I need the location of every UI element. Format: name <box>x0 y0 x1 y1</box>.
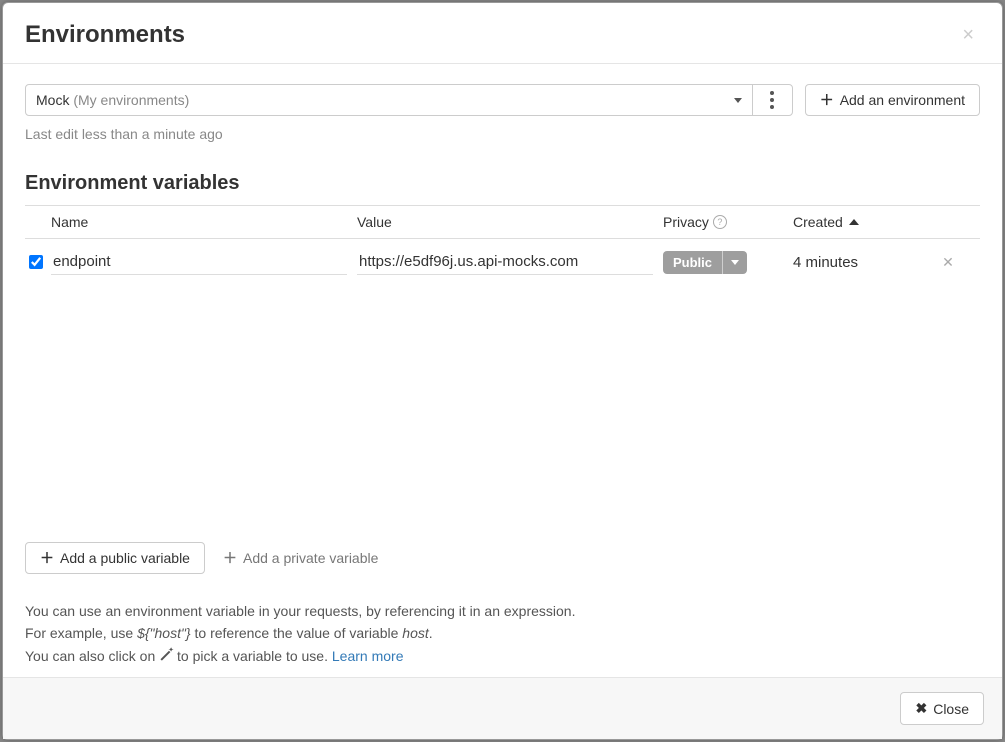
privacy-label: Public <box>663 251 722 274</box>
col-created-label: Created <box>793 214 843 230</box>
col-created-header[interactable]: Created <box>783 214 933 230</box>
learn-more-link[interactable]: Learn more <box>332 648 404 664</box>
last-edit-text: Last edit less than a minute ago <box>25 126 980 142</box>
kebab-icon <box>770 91 774 109</box>
environment-dropdown-label: Mock (My environments) <box>36 92 189 108</box>
caret-down-icon <box>734 98 742 103</box>
environment-options-button[interactable] <box>752 85 792 115</box>
caret-down-icon <box>731 260 739 265</box>
help-line-3: You can also click on to pick a variable… <box>25 645 980 667</box>
environment-select: Mock (My environments) <box>25 84 793 116</box>
variable-created-text: 4 minutes <box>783 254 933 271</box>
add-public-variable-label: Add a public variable <box>60 550 190 566</box>
variable-value-input[interactable] <box>357 249 653 275</box>
close-x-icon: ✖ <box>915 700 927 717</box>
wand-icon <box>159 649 173 663</box>
variables-section-title: Environment variables <box>25 172 980 195</box>
plus-icon: ＋ <box>223 551 237 565</box>
col-privacy-header[interactable]: Privacy ? <box>663 214 783 230</box>
help-line-1: You can use an environment variable in y… <box>25 600 980 622</box>
variables-empty-area <box>25 285 980 534</box>
add-private-variable-button[interactable]: ＋ Add a private variable <box>219 543 382 573</box>
col-privacy-label: Privacy <box>663 214 709 230</box>
close-button-label: Close <box>933 701 969 717</box>
col-name-header[interactable]: Name <box>51 214 357 230</box>
close-button[interactable]: ✖ Close <box>900 692 984 725</box>
modal-header: Environments × <box>3 3 1002 64</box>
sort-ascending-icon <box>849 219 859 225</box>
help-line-2: For example, use ${"host"} to reference … <box>25 622 980 644</box>
variable-name-input[interactable] <box>51 249 347 275</box>
col-value-header[interactable]: Value <box>357 214 663 230</box>
add-environment-label: Add an environment <box>840 92 965 108</box>
add-public-variable-button[interactable]: ＋ Add a public variable <box>25 542 205 574</box>
delete-variable-icon[interactable]: ✕ <box>942 254 954 270</box>
variables-header-row: Name Value Privacy ? Created <box>25 205 980 239</box>
help-text: You can use an environment variable in y… <box>25 600 980 667</box>
help-icon[interactable]: ? <box>713 215 727 229</box>
environment-name: Mock <box>36 92 69 108</box>
environment-scope: (My environments) <box>73 92 189 108</box>
variables-table: Name Value Privacy ? Created <box>25 205 980 285</box>
environments-modal: Environments × Mock (My environments) ＋ … <box>2 2 1003 740</box>
privacy-caret <box>722 251 747 274</box>
modal-title: Environments <box>25 21 185 49</box>
environment-dropdown[interactable]: Mock (My environments) <box>26 85 752 115</box>
variable-row: Public 4 minutes ✕ <box>25 239 980 285</box>
environment-selector-row: Mock (My environments) ＋ Add an environm… <box>25 84 980 116</box>
close-icon[interactable]: × <box>956 23 980 47</box>
add-private-variable-label: Add a private variable <box>243 550 378 566</box>
add-variable-row: ＋ Add a public variable ＋ Add a private … <box>25 542 980 574</box>
plus-icon: ＋ <box>820 93 834 107</box>
add-environment-button[interactable]: ＋ Add an environment <box>805 84 980 116</box>
modal-footer: ✖ Close <box>3 677 1002 739</box>
privacy-toggle[interactable]: Public <box>663 251 747 274</box>
modal-body: Mock (My environments) ＋ Add an environm… <box>3 64 1002 677</box>
plus-icon: ＋ <box>40 551 54 565</box>
variable-enabled-checkbox[interactable] <box>29 255 43 269</box>
